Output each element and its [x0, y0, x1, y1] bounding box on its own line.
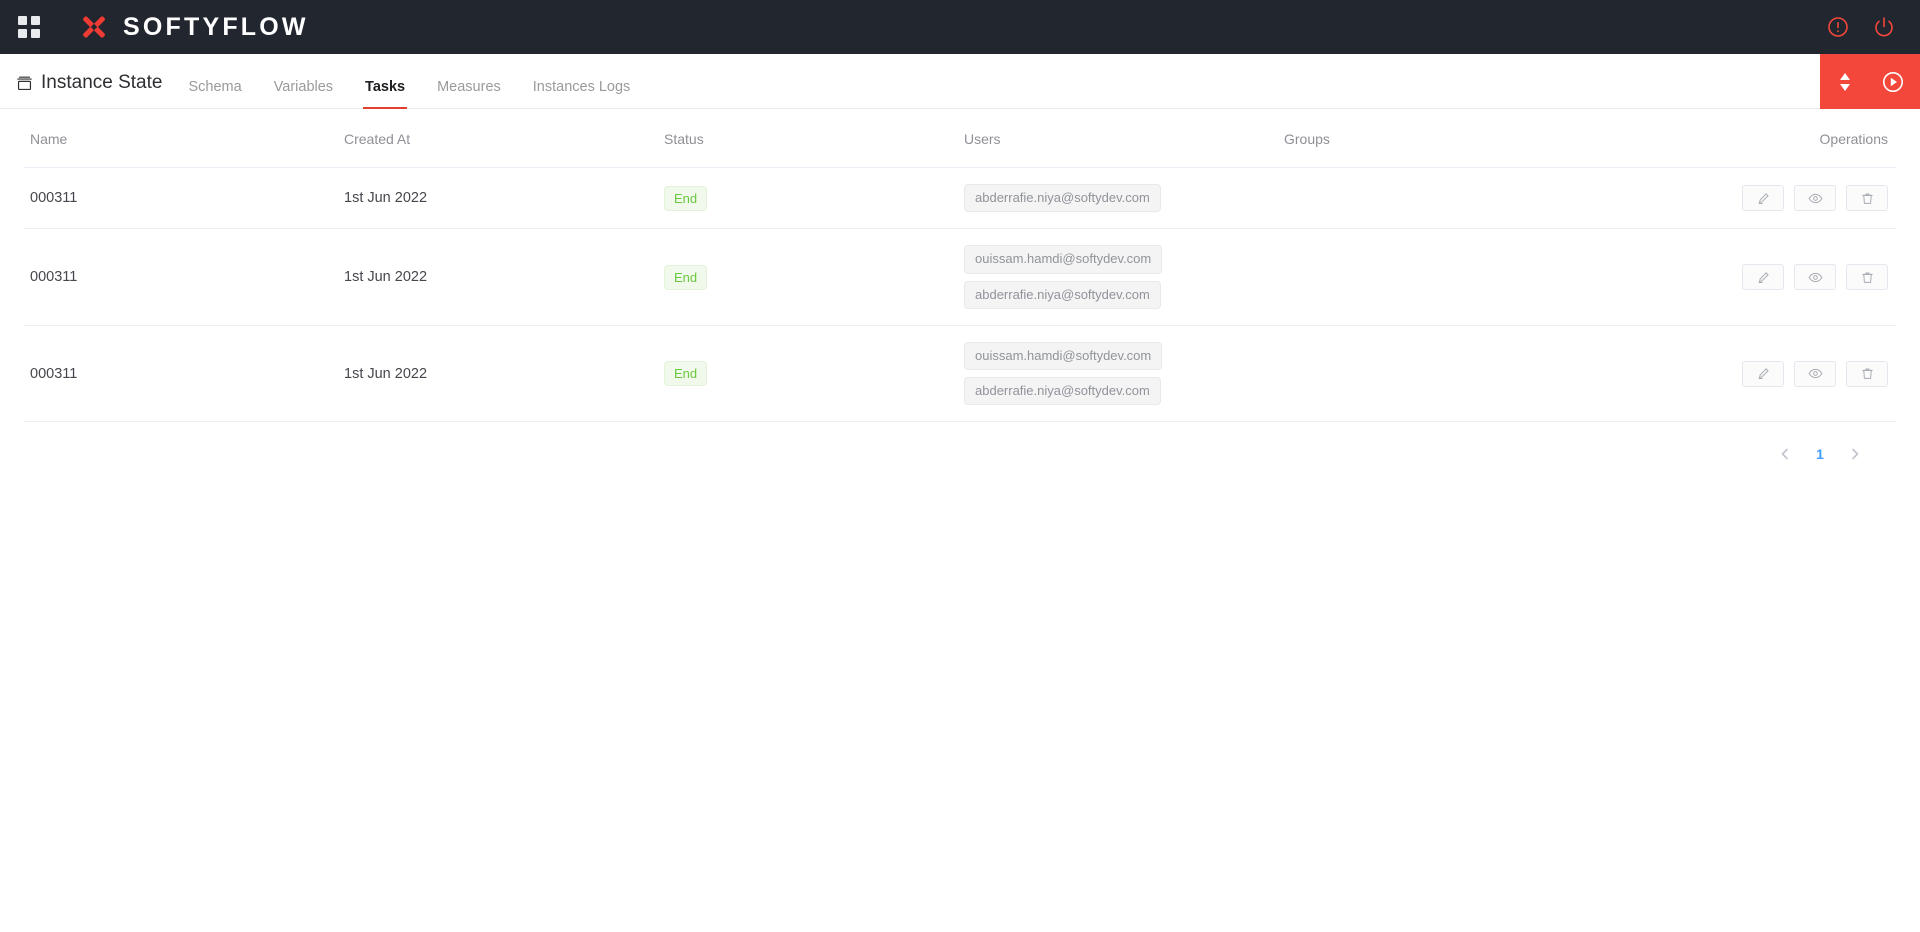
operations-group [1674, 360, 1896, 387]
tasks-table: Name Created At Status Users Groups Oper… [24, 109, 1896, 423]
view-eye-button[interactable] [1794, 185, 1836, 212]
edit-icon [1757, 192, 1770, 205]
grid-apps-icon-cell [31, 16, 40, 25]
column-header-status: Status [664, 109, 964, 168]
tab-variables[interactable]: Variables [258, 79, 349, 108]
grid-apps-icon[interactable] [18, 16, 40, 38]
cell-status: End [664, 325, 964, 423]
tab-tasks[interactable]: Tasks [349, 79, 421, 109]
tab-schema[interactable]: Schema [172, 79, 257, 108]
cell-operations [1674, 325, 1896, 423]
operations-group [1674, 185, 1896, 212]
view-eye-button[interactable] [1794, 264, 1836, 290]
edit-button[interactable] [1742, 264, 1784, 290]
operations-group [1674, 264, 1896, 290]
cell-status: End [664, 167, 964, 230]
column-header-created-at: Created At [344, 109, 664, 168]
tab-list: Schema Variables Tasks Measures Instance… [172, 79, 647, 109]
edit-button[interactable] [1742, 185, 1784, 212]
status-badge: End [664, 264, 708, 290]
table-header-row: Name Created At Status Users Groups Oper… [24, 109, 1896, 168]
tab-measures[interactable]: Measures [421, 79, 517, 108]
instance-state-button[interactable]: Instance State [10, 72, 172, 108]
table-row: 000311 1st Jun 2022 End ouissam.hamdi@softy… [24, 228, 1896, 326]
cell-operations [1674, 228, 1896, 326]
cell-operations [1674, 167, 1896, 230]
action-bar [1820, 54, 1920, 109]
column-header-name: Name [24, 109, 344, 168]
cell-name: 000311 [24, 228, 344, 326]
user-tag-list: ouissam.hamdi@softydev.com abderrafie.niy… [964, 245, 1284, 309]
view-eye-icon [1808, 366, 1823, 381]
delete-trash-button[interactable] [1846, 185, 1888, 212]
edit-icon [1757, 367, 1770, 380]
column-header-users: Users [964, 109, 1284, 168]
tab-strip: Instance State Schema Variables Tasks Me… [0, 54, 1920, 109]
cell-created-at: 1st Jun 2022 [344, 228, 664, 326]
pagination: 1 [24, 422, 1896, 462]
cell-groups [1284, 167, 1674, 230]
brand-logo[interactable]: SOFTYFLOW [76, 9, 309, 45]
cell-created-at: 1st Jun 2022 [344, 325, 664, 423]
cell-users: ouissam.hamdi@softydev.com abderrafie.niy… [964, 325, 1284, 423]
delete-trash-button[interactable] [1846, 360, 1888, 387]
delete-trash-button[interactable] [1846, 264, 1888, 290]
table-row: 000311 1st Jun 2022 End ouissam.hamdi@softy… [24, 325, 1896, 423]
view-eye-button[interactable] [1794, 360, 1836, 387]
column-header-operations: Operations [1674, 109, 1896, 168]
view-eye-icon [1808, 191, 1823, 206]
user-tag: ouissam.hamdi@softydev.com [964, 341, 1163, 370]
user-tag: abderrafie.niya@softydev.com [964, 184, 1161, 213]
user-tag-list: abderrafie.niya@softydev.com [964, 184, 1284, 213]
user-tag: ouissam.hamdi@softydev.com [964, 245, 1163, 274]
cell-groups [1284, 228, 1674, 326]
user-tag: abderrafie.niya@softydev.com [964, 280, 1161, 309]
grid-apps-icon-cell [18, 16, 27, 25]
edit-icon [1757, 271, 1770, 284]
pagination-page-1[interactable]: 1 [1814, 446, 1826, 462]
instance-state-label: Instance State [41, 72, 163, 93]
view-eye-icon [1808, 270, 1823, 285]
column-header-groups: Groups [1284, 109, 1674, 168]
delete-trash-icon [1861, 367, 1874, 380]
table-body: 000311 1st Jun 2022 End abderrafie.niya@sof… [24, 167, 1896, 423]
status-badge: End [664, 185, 708, 211]
table-header: Name Created At Status Users Groups Oper… [24, 109, 1896, 168]
user-tag: abderrafie.niya@softydev.com [964, 377, 1161, 406]
chevron-right-icon[interactable] [1848, 447, 1862, 461]
exclamation-circle-icon[interactable] [1826, 15, 1850, 39]
power-off-icon[interactable] [1872, 15, 1896, 39]
cell-users: abderrafie.niya@softydev.com [964, 167, 1284, 230]
edit-button[interactable] [1742, 360, 1784, 387]
brand-name: SOFTYFLOW [123, 12, 309, 41]
cell-name: 000311 [24, 167, 344, 230]
top-navbar: SOFTYFLOW [0, 0, 1920, 54]
cell-created-at: 1st Jun 2022 [344, 167, 664, 230]
archive-box-icon [17, 76, 32, 90]
grid-apps-icon-cell [31, 29, 40, 38]
cell-users: ouissam.hamdi@softydev.com abderrafie.niy… [964, 228, 1284, 326]
cell-groups [1284, 325, 1674, 423]
table-row: 000311 1st Jun 2022 End abderrafie.niya@sof… [24, 167, 1896, 230]
delete-trash-icon [1861, 271, 1874, 284]
sort-up-down-icon[interactable] [1835, 71, 1855, 93]
play-circle-icon[interactable] [1881, 70, 1905, 94]
cell-name: 000311 [24, 325, 344, 423]
grid-apps-icon-cell [18, 29, 27, 38]
delete-trash-icon [1861, 192, 1874, 205]
cell-status: End [664, 228, 964, 326]
tasks-table-container: Name Created At Status Users Groups Oper… [0, 109, 1920, 462]
softyflow-x-logo-icon [83, 16, 105, 38]
tab-instances-logs[interactable]: Instances Logs [517, 79, 647, 108]
chevron-left-icon[interactable] [1778, 447, 1792, 461]
user-tag-list: ouissam.hamdi@softydev.com abderrafie.niy… [964, 341, 1284, 406]
navbar-actions [1826, 0, 1896, 54]
status-badge: End [664, 361, 708, 386]
